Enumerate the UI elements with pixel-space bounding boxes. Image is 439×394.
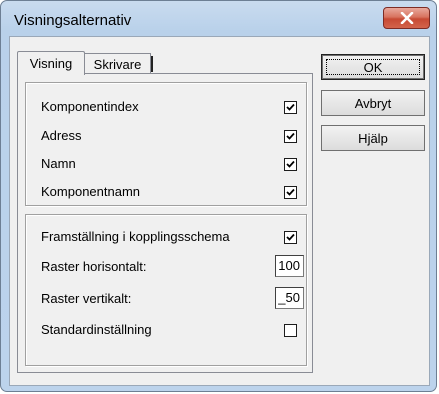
checkmark-icon <box>286 160 295 168</box>
help-label-suffix: älp <box>370 130 388 146</box>
checkmark-icon <box>286 132 295 140</box>
help-button-label: Hjälp <box>358 131 388 146</box>
standardinstallning-label: Standardinställning <box>41 322 152 337</box>
help-button[interactable]: Hjälp <box>321 125 425 151</box>
help-label-prefix: H <box>358 130 368 146</box>
namn-label: Namn <box>41 156 76 171</box>
cancel-button[interactable]: Avbryt <box>321 90 425 116</box>
focus-rectangle <box>326 59 420 75</box>
standardinstallning-checkbox[interactable] <box>284 324 297 337</box>
tab-visning-label: Visning <box>29 56 73 71</box>
tab-visning[interactable]: Visning <box>17 51 85 75</box>
close-button[interactable] <box>383 7 430 29</box>
framstallning-checkbox[interactable] <box>284 231 297 244</box>
komponentindex-label: Komponentindex <box>41 99 139 114</box>
ok-button[interactable]: OK <box>321 54 425 80</box>
cancel-button-label: Avbryt <box>354 95 392 111</box>
schema-settings-group: Framställning i kopplingsschema Raster h… <box>25 214 307 366</box>
tab-skrivare-label: Skrivare <box>93 56 142 72</box>
komponentnamn-checkbox[interactable] <box>284 186 297 199</box>
title-bar[interactable]: Visningsalternativ <box>1 1 436 35</box>
raster-vertikalt-label: Raster vertikalt: <box>41 291 132 306</box>
komponentindex-checkbox[interactable] <box>284 101 297 114</box>
close-icon <box>400 12 413 24</box>
adress-checkbox[interactable] <box>284 130 297 143</box>
checkmark-icon <box>286 188 295 196</box>
tab-skrivare[interactable]: Skrivare <box>85 53 153 74</box>
display-fields-group: Komponentindex Adress Namn Komponentnamn <box>25 82 307 206</box>
checkmark-icon <box>286 103 295 111</box>
namn-checkbox[interactable] <box>284 158 297 171</box>
checkmark-icon <box>286 233 295 241</box>
raster-horisontalt-input[interactable]: 100 <box>275 255 304 277</box>
dialog-client-area: Visning Skrivare Komponentindex Adress N… <box>9 36 430 386</box>
dialog-window: Visningsalternativ Visning Skrivare Komp… <box>0 0 437 392</box>
komponentnamn-label: Komponentnamn <box>41 184 141 199</box>
raster-vertikalt-input[interactable]: _50 <box>275 287 304 309</box>
adress-label: Adress <box>41 128 82 143</box>
window-title: Visningsalternativ <box>14 12 132 29</box>
framstallning-label: Framställning i kopplingsschema <box>41 229 230 244</box>
raster-horisontalt-label: Raster horisontalt: <box>41 259 147 274</box>
tab-panel-visning: Komponentindex Adress Namn Komponentnamn <box>17 73 313 373</box>
